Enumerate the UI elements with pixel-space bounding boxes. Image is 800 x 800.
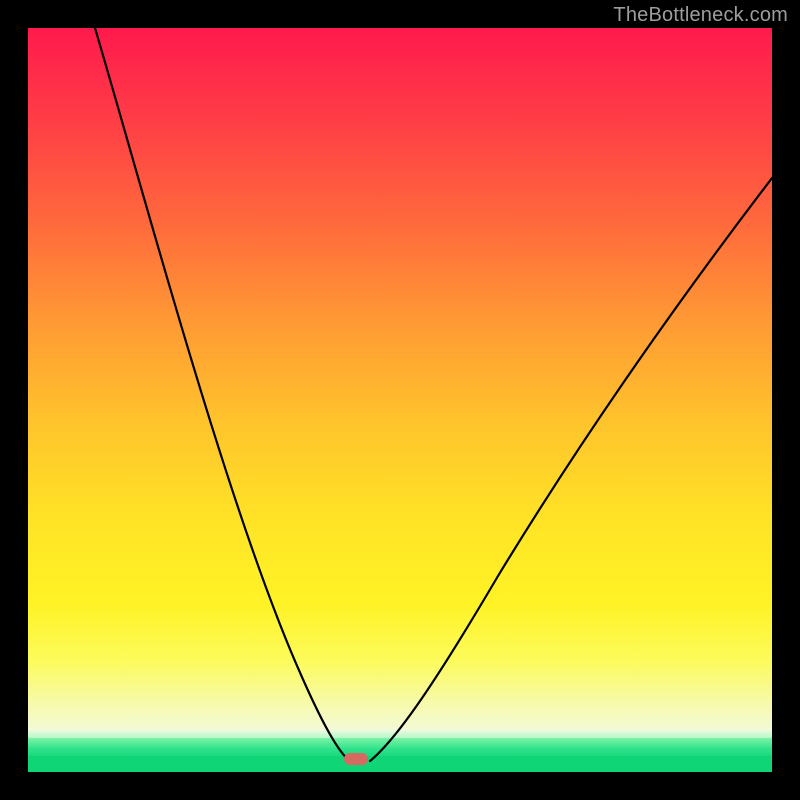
curve-right-branch [370, 178, 772, 761]
chart-frame: TheBottleneck.com [0, 0, 800, 800]
watermark-text: TheBottleneck.com [613, 4, 788, 27]
plot-area [28, 28, 772, 772]
curve-layer [28, 28, 772, 772]
curve-left-branch [95, 28, 350, 761]
min-marker [344, 753, 368, 765]
